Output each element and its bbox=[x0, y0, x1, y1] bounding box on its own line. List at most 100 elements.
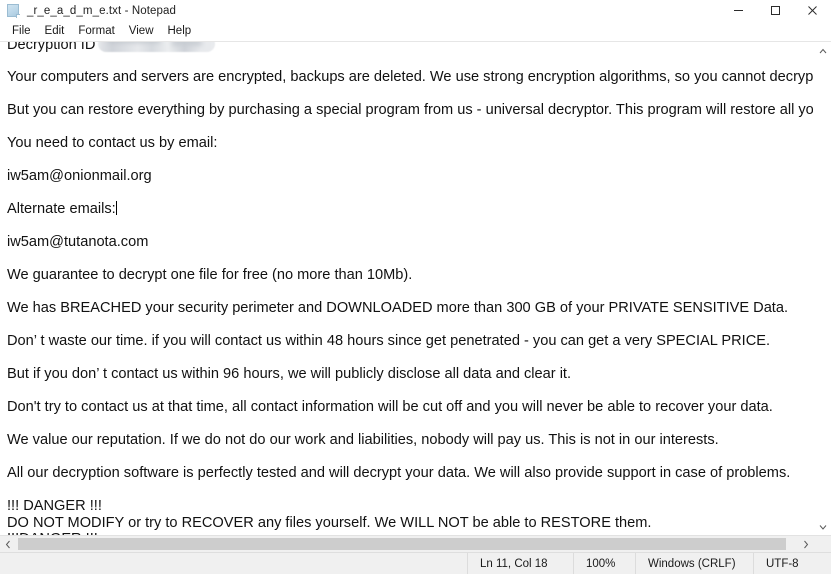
document-line: Don’ t waste our time. if you will conta… bbox=[7, 333, 813, 350]
document-line: But you can restore everything by purcha… bbox=[7, 102, 813, 119]
document-line: iw5am@onionmail.org bbox=[7, 168, 813, 185]
document-line: DO NOT MODIFY or try to RECOVER any file… bbox=[7, 515, 813, 532]
document-line: iw5am@tutanota.com bbox=[7, 234, 813, 251]
document-line-text: We value our reputation. If we do not do… bbox=[7, 432, 719, 448]
document-line: All our decryption software is perfectly… bbox=[7, 465, 813, 482]
document-line: We guarantee to decrypt one file for fre… bbox=[7, 267, 813, 284]
title-bar[interactable]: _r_e_a_d_m_e.txt - Notepad bbox=[0, 0, 831, 22]
editor-area: Decryption ID Your computers and servers… bbox=[0, 41, 831, 535]
scrollbar-corner bbox=[814, 536, 831, 552]
document-line-text bbox=[7, 185, 11, 201]
document-line-text: Don't try to contact us at that time, al… bbox=[7, 399, 773, 415]
document-line-text: iw5am@onionmail.org bbox=[7, 168, 152, 184]
scroll-left-button[interactable] bbox=[0, 536, 16, 552]
horizontal-scroll-thumb[interactable] bbox=[18, 538, 786, 550]
status-cursor-position: Ln 11, Col 18 bbox=[467, 553, 573, 574]
document-line-text: iw5am@tutanota.com bbox=[7, 234, 149, 250]
chevron-left-icon bbox=[5, 540, 10, 548]
document-line-text: !!!DANGER !!! bbox=[7, 531, 98, 535]
document-line bbox=[7, 317, 813, 334]
document-line-text bbox=[7, 383, 11, 399]
scroll-down-button[interactable] bbox=[814, 518, 831, 535]
document-line: Don't try to contact us at that time, al… bbox=[7, 399, 813, 416]
menu-item-edit[interactable]: Edit bbox=[38, 24, 72, 39]
document-line-text: Your computers and servers are encrypted… bbox=[7, 69, 813, 85]
chevron-right-icon bbox=[804, 540, 809, 548]
vertical-scrollbar[interactable] bbox=[813, 42, 831, 535]
document-line-text: You need to contact us by email: bbox=[7, 135, 218, 151]
status-line-endings[interactable]: Windows (CRLF) bbox=[635, 553, 753, 574]
document-line-text: Alternate emails: bbox=[7, 201, 116, 217]
document-line: !!!DANGER !!! bbox=[7, 531, 813, 535]
document-line-text: But if you don’ t contact us within 96 h… bbox=[7, 366, 572, 382]
document-line-text: We has BREACHED your security perimeter … bbox=[7, 300, 789, 316]
document-line bbox=[7, 251, 813, 268]
document-line-text: All our decryption software is perfectly… bbox=[7, 465, 791, 481]
document-line: !!! DANGER !!! bbox=[7, 498, 813, 515]
document-line: Decryption ID bbox=[7, 42, 813, 53]
maximize-icon bbox=[771, 6, 780, 15]
document-line-text: We guarantee to decrypt one file for fre… bbox=[7, 267, 413, 283]
document-line-text bbox=[7, 251, 11, 267]
document-line bbox=[7, 119, 813, 136]
chevron-down-icon bbox=[819, 524, 826, 530]
close-button[interactable] bbox=[794, 0, 831, 21]
menu-item-file[interactable]: File bbox=[5, 24, 38, 39]
redacted-decryption-id bbox=[98, 42, 216, 52]
status-bar: Ln 11, Col 18 100% Windows (CRLF) UTF-8 bbox=[0, 552, 831, 574]
chevron-up-icon bbox=[819, 48, 826, 53]
document-line bbox=[7, 383, 813, 400]
menu-item-format[interactable]: Format bbox=[71, 24, 121, 39]
document-line-text bbox=[7, 317, 11, 333]
document-line-text: Decryption ID bbox=[7, 42, 96, 53]
horizontal-scrollbar[interactable] bbox=[0, 535, 831, 552]
document-line-text: But you can restore everything by purcha… bbox=[7, 102, 813, 118]
window-title: _r_e_a_d_m_e.txt - Notepad bbox=[27, 4, 177, 17]
document-line bbox=[7, 350, 813, 367]
document-line: Alternate emails: bbox=[7, 201, 813, 218]
scroll-right-button[interactable] bbox=[798, 536, 814, 552]
notepad-document-icon bbox=[7, 3, 21, 18]
document-line-text: Don’ t waste our time. if you will conta… bbox=[7, 333, 771, 349]
document-line-text: DO NOT MODIFY or try to RECOVER any file… bbox=[7, 514, 652, 531]
document-line bbox=[7, 86, 813, 103]
vertical-scroll-track[interactable] bbox=[814, 59, 831, 518]
document-line-text bbox=[7, 350, 11, 366]
document-line bbox=[7, 482, 813, 499]
menu-bar: File Edit Format View Help bbox=[0, 22, 831, 41]
document-line: Your computers and servers are encrypted… bbox=[7, 69, 813, 86]
status-zoom-level[interactable]: 100% bbox=[573, 553, 635, 574]
document-line bbox=[7, 218, 813, 235]
document-line-text bbox=[7, 152, 11, 168]
minimize-icon bbox=[734, 10, 743, 11]
text-editor[interactable]: Decryption ID Your computers and servers… bbox=[0, 42, 813, 535]
document-line-text: !!! DANGER !!! bbox=[7, 498, 102, 514]
document-line: We has BREACHED your security perimeter … bbox=[7, 300, 813, 317]
horizontal-scroll-track[interactable] bbox=[16, 536, 798, 552]
menu-item-view[interactable]: View bbox=[122, 24, 161, 39]
notepad-window: _r_e_a_d_m_e.txt - Notepad File Edit For… bbox=[0, 0, 831, 574]
document-line-text bbox=[7, 119, 11, 135]
document-line: But if you don’ t contact us within 96 h… bbox=[7, 366, 813, 383]
document-line: We value our reputation. If we do not do… bbox=[7, 432, 813, 449]
document-text: Decryption ID Your computers and servers… bbox=[7, 42, 813, 535]
document-line-text bbox=[7, 449, 11, 465]
close-icon bbox=[808, 6, 817, 15]
document-line bbox=[7, 185, 813, 202]
window-controls bbox=[720, 0, 831, 21]
minimize-button[interactable] bbox=[720, 0, 757, 21]
document-line: You need to contact us by email: bbox=[7, 135, 813, 152]
document-line bbox=[7, 449, 813, 466]
scroll-up-button[interactable] bbox=[814, 42, 831, 59]
title-bar-left: _r_e_a_d_m_e.txt - Notepad bbox=[0, 3, 720, 18]
maximize-button[interactable] bbox=[757, 0, 794, 21]
document-line-text bbox=[7, 53, 11, 69]
menu-item-help[interactable]: Help bbox=[161, 24, 199, 39]
document-line-text bbox=[7, 218, 11, 234]
document-line-text bbox=[7, 284, 11, 300]
document-line bbox=[7, 152, 813, 169]
document-line bbox=[7, 284, 813, 301]
document-line-text bbox=[7, 416, 11, 432]
document-line bbox=[7, 53, 813, 70]
status-encoding[interactable]: UTF-8 bbox=[753, 553, 831, 574]
